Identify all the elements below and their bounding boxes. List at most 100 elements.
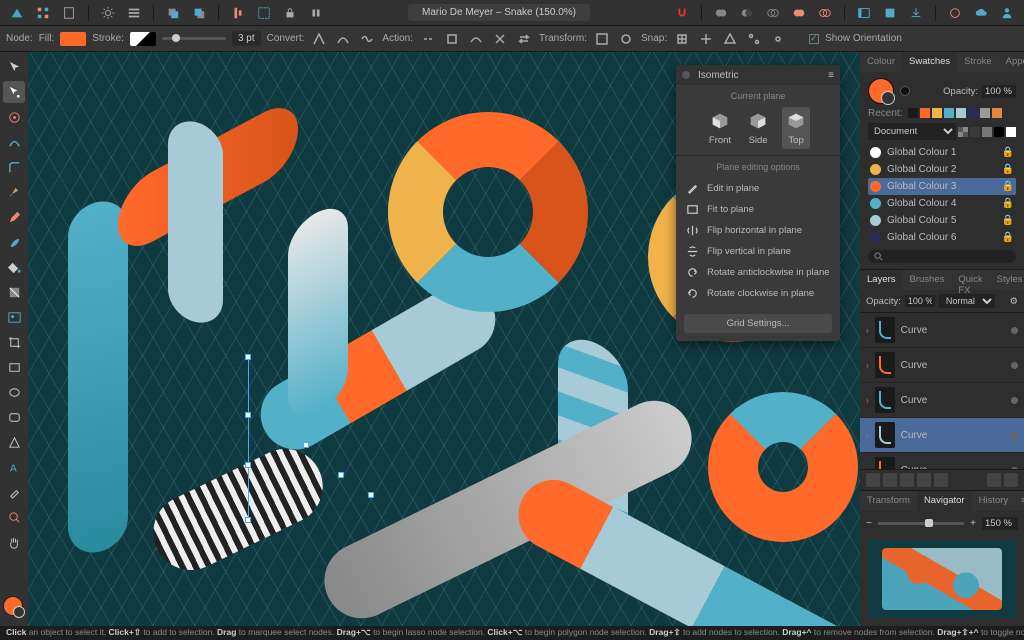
corner-tool[interactable] [3,156,25,178]
isometric-panel[interactable]: Isometric ≡ Current plane Front Side Top… [676,65,840,341]
align-icon[interactable] [227,3,249,23]
eyedropper-tool[interactable] [3,481,25,503]
global-colour-item[interactable]: Global Colour 3🔒 [868,178,1016,195]
move-tool[interactable] [3,56,25,78]
cloud-icon[interactable] [970,3,992,23]
tab-styles[interactable]: Styles [990,270,1024,290]
layer-adj-icon[interactable] [900,473,914,487]
place-image-tool[interactable] [3,306,25,328]
snap-grid-icon[interactable] [673,30,691,48]
action-smooth-icon[interactable] [467,30,485,48]
snap-settings-icon[interactable] [305,3,327,23]
shape-rounded-tool[interactable] [3,406,25,428]
tab-stroke[interactable]: Stroke [957,52,998,72]
pen-tool[interactable] [3,181,25,203]
arrange-back-icon[interactable] [162,3,184,23]
boolean-xor-icon[interactable] [788,3,810,23]
colour-selector[interactable] [3,596,25,618]
palette-select[interactable]: Document [868,123,956,140]
tab-brushes[interactable]: Brushes [903,270,952,290]
account-icon[interactable] [996,3,1018,23]
global-colour-item[interactable]: Global Colour 2🔒 [868,161,1016,178]
recent-swatch[interactable] [980,108,990,118]
action-break-icon[interactable] [419,30,437,48]
convert-smooth-icon[interactable] [334,30,352,48]
global-colour-item[interactable]: Global Colour 6🔒 [868,229,1016,246]
recent-swatch[interactable] [956,108,966,118]
layer-add-icon[interactable] [987,473,1001,487]
lock-icon[interactable] [279,3,301,23]
rotate-anticlockwise[interactable]: Rotate anticlockwise in plane [684,262,832,283]
tab-transform[interactable]: Transform [860,491,917,511]
action-reverse-icon[interactable] [515,30,533,48]
snap-toggle-icon[interactable] [671,3,693,23]
zoom-out-icon[interactable]: − [866,518,872,529]
snap-nodes-icon[interactable] [745,30,763,48]
navigator-thumbnail[interactable] [868,540,1016,618]
contour-tool[interactable] [3,131,25,153]
recent-swatch[interactable] [992,108,1002,118]
flip-vertical[interactable]: Flip vertical in plane [684,241,832,262]
layer-row[interactable]: ›Curve [860,383,1024,418]
colour-well[interactable] [868,78,894,104]
recent-swatch[interactable] [932,108,942,118]
stroke-width-value[interactable]: 3 pt [232,31,261,46]
fill-swatch[interactable] [60,32,86,46]
palette-mini[interactable] [982,127,992,137]
recent-swatch[interactable] [944,108,954,118]
persona-pixel-icon[interactable] [879,3,901,23]
layer-row[interactable]: ›Curve [860,313,1024,348]
global-colour-item[interactable]: Global Colour 5🔒 [868,212,1016,229]
tab-quick-fx[interactable]: Quick FX [951,270,989,290]
preferences-icon[interactable] [123,3,145,23]
brush-tool[interactable] [3,231,25,253]
layer-row[interactable]: ›Curve [860,418,1024,453]
doc-icon[interactable] [58,3,80,23]
plane-top[interactable]: Top [782,107,810,149]
layer-settings-icon[interactable]: ⚙ [1009,296,1018,307]
gear-icon[interactable] [97,3,119,23]
fill-tool[interactable] [3,256,25,278]
tab-colour[interactable]: Colour [860,52,902,72]
layer-mask-icon[interactable] [883,473,897,487]
stroke-swatch[interactable] [130,32,156,46]
palette-mini[interactable] [970,127,980,137]
shape-triangle-tool[interactable] [3,431,25,453]
pan-tool[interactable] [3,531,25,553]
fit-to-plane[interactable]: Fit to plane [684,199,832,220]
boolean-intersect-icon[interactable] [762,3,784,23]
grid-icon[interactable] [32,3,54,23]
artistic-text-tool[interactable]: A [3,456,25,478]
boolean-subtract-icon[interactable] [736,3,758,23]
recent-swatch[interactable] [920,108,930,118]
snap-guides-icon[interactable] [697,30,715,48]
transparency-tool[interactable] [3,281,25,303]
global-colour-item[interactable]: Global Colour 4🔒 [868,195,1016,212]
rotate-clockwise[interactable]: Rotate clockwise in plane [684,283,832,304]
layer-fx-icon[interactable] [866,473,880,487]
action-close-icon[interactable] [443,30,461,48]
palette-mini[interactable] [1006,127,1016,137]
layer-opacity-input[interactable] [905,295,935,307]
convert-sharp-icon[interactable] [310,30,328,48]
visibility-dot[interactable] [1011,327,1018,334]
tab-history[interactable]: History [972,491,1016,511]
plane-side[interactable]: Side [744,107,772,149]
recent-swatch[interactable] [968,108,978,118]
boolean-add-icon[interactable] [710,3,732,23]
help-icon[interactable] [944,3,966,23]
tab-layers[interactable]: Layers [860,270,903,290]
grid-settings-button[interactable]: Grid Settings... [684,314,832,333]
layer-lock-icon[interactable] [934,473,948,487]
stroke-width-slider[interactable] [162,37,226,40]
persona-export-icon[interactable] [905,3,927,23]
shape-ellipse-tool[interactable] [3,381,25,403]
shape-rect-tool[interactable] [3,356,25,378]
layer-row[interactable]: ›Curve [860,348,1024,383]
snap-handles-icon[interactable] [769,30,787,48]
palette-mini[interactable] [994,127,1004,137]
palette-view-icon[interactable] [958,127,968,137]
visibility-dot[interactable] [1011,397,1018,404]
visibility-dot[interactable] [1011,362,1018,369]
app-icon[interactable] [6,3,28,23]
